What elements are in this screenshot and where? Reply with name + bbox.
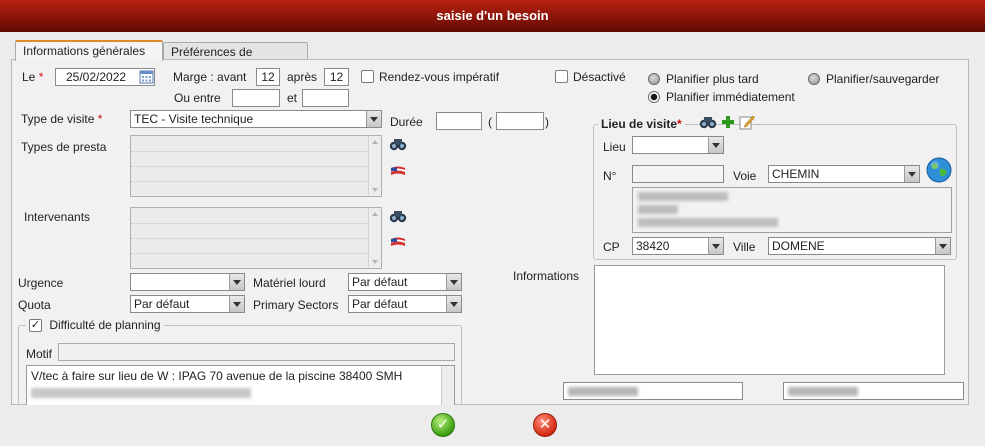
check-icon: ✓ [436,416,450,433]
duree-input[interactable] [436,112,482,130]
planifier-sauvegarder-radio[interactable] [808,73,820,85]
paren-close: ) [545,115,549,129]
ok-button[interactable]: ✓ [431,413,455,437]
intervenants-binoculars-icon[interactable] [389,209,407,226]
marge-label: Marge : avant [173,70,247,84]
difficulte-label: Difficulté de planning [49,318,161,332]
materiel-lourd-select[interactable]: Par défaut [348,273,462,291]
no-input[interactable] [632,165,724,183]
primary-sectors-select[interactable]: Par défaut [348,295,462,313]
types-presta-binoculars-icon[interactable] [389,137,407,154]
type-visite-label: Type de visite * [21,112,103,126]
window-title: saisie d'un besoin [0,0,985,32]
intervenants-label: Intervenants [24,210,91,224]
types-presta-label: Types de presta [21,140,107,154]
lieu-visite-title: Lieu de visite* [598,117,685,131]
voie-label: Voie [733,169,757,183]
primary-sectors-label: Primary Sectors [253,298,339,312]
tab-informations-generales[interactable]: Informations générales [15,40,163,61]
informations-textarea[interactable] [594,265,945,375]
motif-label: Motif [26,347,53,361]
address-box [632,187,952,233]
duree-label: Durée [390,115,423,129]
lieu-select[interactable] [632,136,724,154]
duree-detail-input[interactable] [496,112,544,130]
urgence-label: Urgence [18,276,64,290]
ville-select[interactable]: DOMENE [768,237,951,255]
close-icon: ✕ [538,416,552,433]
quota-select[interactable]: Par défaut [130,295,245,313]
cancel-button[interactable]: ✕ [533,413,557,437]
lieu-binoculars-icon[interactable] [699,115,717,132]
marge-avant-input[interactable]: 12 [256,68,280,86]
quota-label: Quota [18,298,51,312]
rdv-imperatif-label: Rendez-vous impératif [379,70,500,84]
calendar-icon[interactable] [139,69,154,84]
intervenants-flag-icon[interactable] [390,236,406,251]
intervenants-list[interactable] [130,207,382,269]
no-label: N° [603,169,617,183]
types-presta-flag-icon[interactable] [390,165,406,180]
marge-apres-input[interactable]: 12 [324,68,349,86]
paren-open: ( [488,115,492,129]
planifier-immediatement-label: Planifier immédiatement [666,90,795,104]
voie-select[interactable]: CHEMIN [768,165,920,183]
desactive-label: Désactivé [573,70,626,84]
difficulte-legend: ✓ Difficulté de planning [26,317,164,333]
address-line [638,205,678,214]
le-label: Le * [22,70,44,84]
planifier-sauvegarder-label: Planifier/sauvegarder [826,72,940,86]
et-input[interactable] [302,89,349,107]
ville-label: Ville [733,240,756,254]
type-visite-select[interactable]: TEC - Visite technique [130,110,382,128]
ou-entre-label: Ou entre [174,91,221,105]
difficulte-text: V/tec à faire sur lieu de W : IPAG 70 av… [31,369,403,383]
cp-label: CP [603,240,620,254]
phone-input-1[interactable] [563,382,743,400]
edit-icon[interactable] [739,114,755,133]
ou-entre-input[interactable] [232,89,280,107]
planifier-plus-tard-label: Planifier plus tard [666,72,759,86]
address-line [638,192,728,201]
types-presta-scrollbar[interactable] [368,136,381,196]
blurred-text [31,388,251,398]
lieu-label: Lieu [603,140,626,154]
phone-input-2[interactable] [783,382,964,400]
desactive-checkbox[interactable] [555,70,568,83]
plus-icon[interactable] [721,115,735,132]
et-label: et [287,91,298,105]
difficulte-text-scrollbar[interactable] [441,366,454,405]
apres-label: après [287,70,318,84]
globe-icon[interactable] [926,157,952,186]
intervenants-scrollbar[interactable] [368,208,381,268]
cp-select[interactable]: 38420 [632,237,724,255]
motif-input[interactable] [58,343,455,361]
types-presta-list[interactable] [130,135,382,197]
planifier-immediatement-radio[interactable] [648,91,660,103]
urgence-select[interactable] [130,273,245,291]
address-line [638,218,778,227]
planifier-plus-tard-radio[interactable] [648,73,660,85]
difficulte-checkbox[interactable]: ✓ [29,318,42,332]
rdv-imperatif-checkbox[interactable] [361,70,374,83]
difficulte-text-area[interactable]: V/tec à faire sur lieu de W : IPAG 70 av… [26,365,455,405]
materiel-lourd-label: Matériel lourd [253,276,326,290]
informations-label: Informations [513,269,580,283]
